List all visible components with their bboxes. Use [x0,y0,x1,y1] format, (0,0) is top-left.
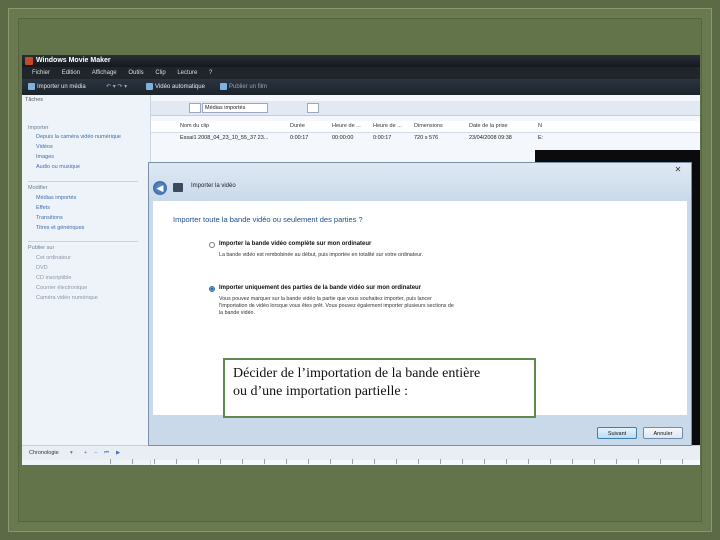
option-partial-desc: Vous pouvez marquer sur la bande vidéo l… [219,296,454,316]
zoom-out-icon[interactable]: − [94,446,97,460]
tasks-header: Tâches [25,97,44,103]
view-options-button[interactable] [307,103,319,113]
caption-line-2: ou d’une importation partielle : [233,384,408,399]
option-full-title[interactable]: Importer la bande vidéo complète sur mon… [219,241,371,247]
radio-full-import[interactable] [209,242,215,248]
cell-duration: 0:00:17 [290,135,309,141]
menu-clip[interactable]: Clip [155,67,165,79]
task-camera[interactable]: Depuis la caméra vidéo numérique [36,134,121,140]
col-dimensions[interactable]: Dimensions [414,123,443,129]
menu-lecture[interactable]: Lecture [177,67,197,79]
tasks-divider [28,181,138,182]
cell-end: 0:00:17 [373,135,392,141]
cell-date: 23/04/2008 09:38 [469,135,512,141]
table-row[interactable]: Essai1 2008_04_23_10_55_37 23... 0:00:17… [151,133,700,143]
undo-redo-icons[interactable]: ↶ ▾ ↷ ▾ [106,79,127,95]
dialog-title: Importer la vidéo [191,183,236,189]
view-toggle-button[interactable] [189,103,201,113]
cell-dimensions: 720 x 576 [414,135,439,141]
close-icon[interactable]: ✕ [671,165,685,175]
next-button[interactable]: Suivant [597,427,637,439]
cell-n: E: [538,135,544,141]
tasks-pane: Tâches Importer Depuis la caméra vidéo n… [22,95,151,465]
menu-affichage[interactable]: Affichage [92,67,117,79]
import-media-button[interactable]: Importer un média [28,79,86,95]
window-title: Windows Movie Maker [36,57,111,64]
task-cd[interactable]: CD inscriptible [36,275,71,281]
timeline-toolbar: Chronologie ▾ + − ⏮ ▶ [22,445,700,460]
tasks-divider [28,241,138,242]
radio-partial-import[interactable] [209,286,215,292]
col-date[interactable]: Date de la prise [469,123,508,129]
auto-movie-icon [146,82,153,90]
task-titles[interactable]: Titres et génériques [36,225,84,231]
menu-outils[interactable]: Outils [128,67,143,79]
cancel-button[interactable]: Annuler [643,427,683,439]
rewind-icon[interactable]: ⏮ [104,446,109,460]
task-effects[interactable]: Effets [36,205,50,211]
collection-dropdown[interactable]: Médias importés [202,103,268,113]
menu-bar: Fichier Edition Affichage Outils Clip Le… [22,67,700,79]
cell-start: 00:00:00 [332,135,354,141]
group-edit-title: Modifier [28,185,48,191]
dialog-heading: Importer toute la bande vidéo ou seuleme… [173,215,363,224]
col-start[interactable]: Heure de ... [332,123,361,129]
caption-line-1: Décider de l’importation de la bande ent… [233,366,481,381]
back-arrow-icon[interactable]: ◀ [153,181,167,195]
caption-box: Décider de l’importation de la bande ent… [223,358,536,418]
zoom-in-icon[interactable]: + [84,446,87,460]
task-email[interactable]: Courrier électronique [36,285,87,291]
import-icon [28,82,35,90]
auto-movie-button[interactable]: Vidéo automatique [146,79,205,95]
group-publish-title: Publier sur [28,245,55,251]
timeline-label[interactable]: Chronologie [29,446,59,460]
main-toolbar: Importer un média ↶ ▾ ↷ ▾ Vidéo automati… [22,79,700,95]
movie-maker-icon [25,57,33,65]
task-images[interactable]: Images [36,154,54,160]
play-icon[interactable]: ▶ [116,446,120,460]
col-n[interactable]: N [538,123,542,129]
option-full-desc: La bande vidéo est rembobinée au début, … [219,252,424,258]
collection-toolbar: Médias importés [151,101,700,116]
video-import-icon [173,183,183,192]
timeline-ruler [110,459,700,464]
task-audio[interactable]: Audio ou musique [36,164,80,170]
task-dvd[interactable]: DVD [36,265,48,271]
col-clip-name[interactable]: Nom du clip [180,123,209,129]
menu-help[interactable]: ? [209,67,212,79]
cell-clip-name: Essai1 2008_04_23_10_55_37 23... [180,135,269,141]
task-dv-camera[interactable]: Caméra vidéo numérique [36,295,98,301]
publish-icon [220,82,227,90]
group-import-title: Importer [28,125,49,131]
menu-fichier[interactable]: Fichier [32,67,50,79]
publish-button[interactable]: Publier un film [220,79,267,95]
col-end[interactable]: Heure de ... [373,123,402,129]
timeline-dropdown-icon[interactable]: ▾ [70,446,73,460]
dialog-footer: Suivant Annuler [149,415,691,447]
clip-column-headers: Nom du clip Durée Heure de ... Heure de … [151,121,700,133]
menu-edition[interactable]: Edition [62,67,80,79]
task-transitions[interactable]: Transitions [36,215,63,221]
task-videos[interactable]: Vidéos [36,144,53,150]
option-partial-title[interactable]: Importer uniquement des parties de la ba… [219,285,421,291]
window-titlebar: Windows Movie Maker [22,55,700,67]
task-this-computer[interactable]: Cet ordinateur [36,255,71,261]
task-imported-media[interactable]: Médias importés [36,195,76,201]
dialog-titlebar: ◀ Importer la vidéo ✕ [149,163,691,201]
col-duration[interactable]: Durée [290,123,305,129]
